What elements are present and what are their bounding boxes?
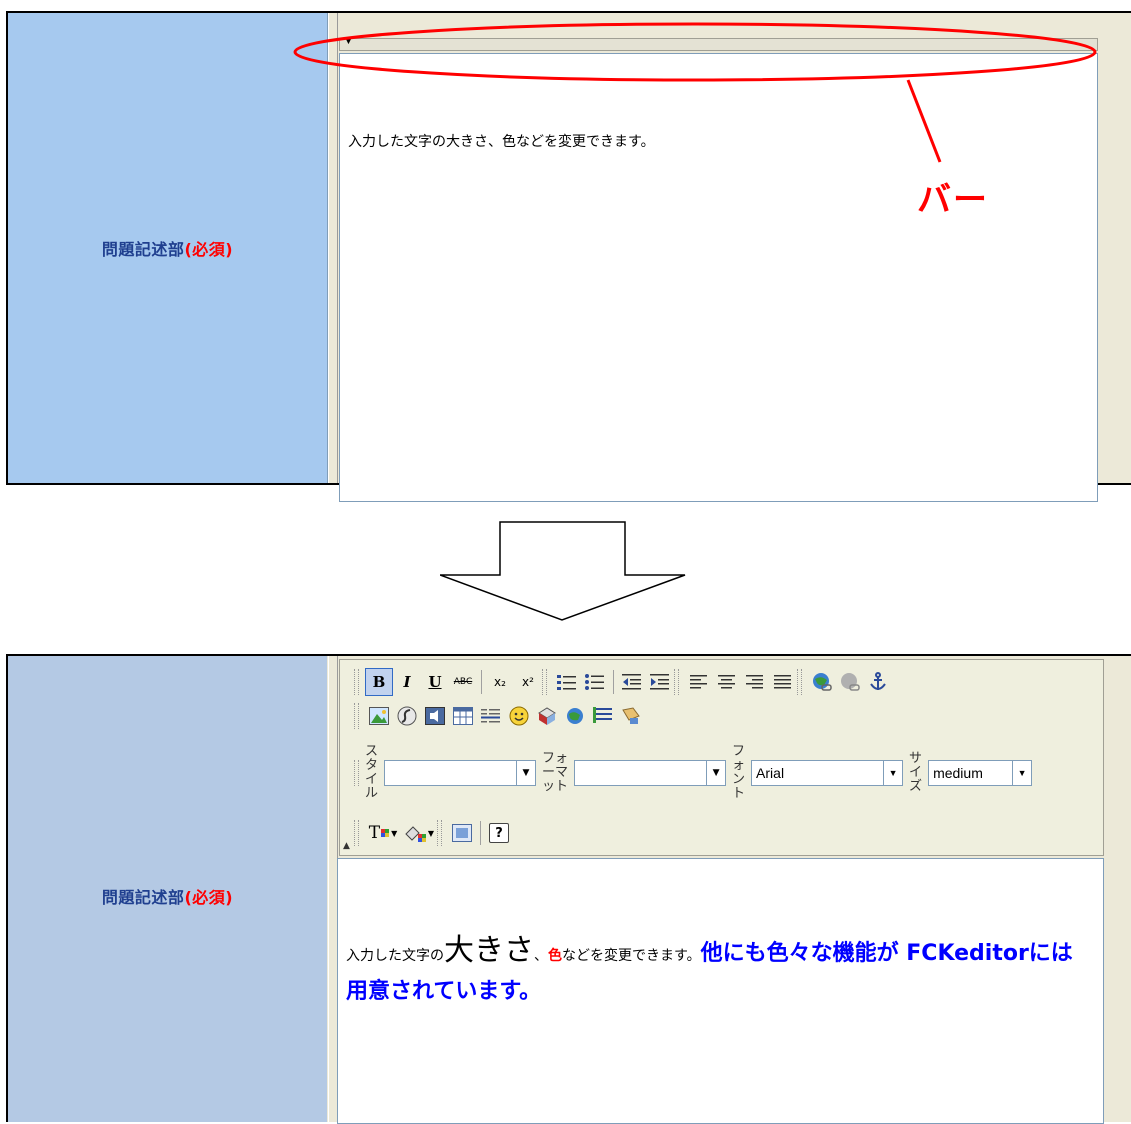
- toolbar-grip[interactable]: [354, 820, 359, 846]
- toolbar-grip: [542, 669, 547, 695]
- size-label: サ イ ズ: [909, 751, 923, 794]
- toolbar-divider: [480, 821, 481, 845]
- editor-area[interactable]: 入力した文字の大きさ、色などを変更できます。他にも色々な機能が FCKedito…: [337, 858, 1104, 1124]
- field-label-cell: 問題記述部(必須): [8, 13, 328, 483]
- text-red: 色: [548, 948, 562, 964]
- field-label: 問題記述部(必須): [101, 888, 234, 907]
- strikethrough-icon[interactable]: ABC: [449, 668, 477, 696]
- required-marker: (必須): [184, 888, 234, 907]
- chevron-down-icon[interactable]: ▼: [1012, 761, 1032, 785]
- outdent-icon[interactable]: [618, 668, 646, 696]
- text-color-icon[interactable]: T ▼: [365, 819, 401, 847]
- toolbar-grip[interactable]: [354, 703, 359, 729]
- size-select[interactable]: medium ▼: [928, 760, 1033, 786]
- field-label: 問題記述部(必須): [101, 240, 234, 259]
- top-editor-panel: 問題記述部(必須) ▼ 入力した文字の大きさ、色などを変更できます。: [6, 11, 1131, 502]
- style-select[interactable]: ▼: [384, 760, 537, 786]
- align-right-icon[interactable]: [741, 668, 769, 696]
- editor-area[interactable]: 入力した文字の大きさ、色などを変更できます。: [339, 53, 1098, 502]
- ordered-list-icon[interactable]: [553, 668, 581, 696]
- format-label: フォ ーマ ット: [542, 751, 569, 794]
- toolbar-grip[interactable]: [354, 669, 359, 695]
- italic-icon[interactable]: I: [393, 668, 421, 696]
- text-comma: 、: [534, 948, 548, 964]
- align-center-icon[interactable]: [713, 668, 741, 696]
- toolbar-grip[interactable]: [354, 760, 359, 786]
- underline-icon[interactable]: U: [421, 668, 449, 696]
- toolbar-divider: [481, 670, 482, 694]
- editor-content: 入力した文字の大きさ、色などを変更できます。他にも色々な機能が FCKedito…: [346, 933, 1086, 1011]
- collapse-toolbar-icon[interactable]: ▲: [343, 841, 350, 851]
- down-arrow-icon: [440, 521, 686, 621]
- text-normal: 入力した文字の: [346, 948, 444, 964]
- about-icon[interactable]: ?: [485, 819, 513, 847]
- style-label: ス タ イ ル: [365, 744, 379, 801]
- editor-toolbar: B I U ABC x₂ x² ス タ イ ル ▼ フォ ーマ ット ▼ フ ォ…: [339, 659, 1104, 856]
- toolbar-row-1: B I U ABC x₂ x²: [354, 665, 892, 699]
- cell-separator: [328, 13, 338, 483]
- media-icon[interactable]: [421, 702, 449, 730]
- chevron-down-icon[interactable]: ▼: [706, 761, 726, 785]
- toolbar-row-3: ス タ イ ル ▼ フォ ーマ ット ▼ フ ォ ン ト Arial ▼ サ イ…: [354, 735, 1033, 811]
- flash-icon[interactable]: [393, 702, 421, 730]
- form-icon[interactable]: [589, 702, 617, 730]
- image-icon[interactable]: [365, 702, 393, 730]
- show-blocks-icon[interactable]: [448, 819, 476, 847]
- font-select[interactable]: Arial ▼: [751, 760, 904, 786]
- toolbar-row-2: [354, 699, 645, 733]
- toolbar-grip: [437, 820, 442, 846]
- toolbar-divider: [613, 670, 614, 694]
- anchor-icon[interactable]: [864, 668, 892, 696]
- toolbar-row-4: T ▼ ▼ ?: [354, 816, 513, 850]
- expand-toolbar-icon[interactable]: ▼: [345, 36, 352, 46]
- link-icon[interactable]: [808, 668, 836, 696]
- toolbar-grip: [674, 669, 679, 695]
- chevron-down-icon[interactable]: ▼: [516, 761, 536, 785]
- templates-icon[interactable]: [617, 702, 645, 730]
- justify-icon[interactable]: [769, 668, 797, 696]
- text-large: 大きさ: [444, 933, 534, 968]
- bg-color-icon[interactable]: ▼: [401, 819, 437, 847]
- bold-icon[interactable]: B: [365, 668, 393, 696]
- field-label-cell: 問題記述部(必須): [8, 656, 327, 1122]
- superscript-icon[interactable]: x²: [514, 668, 542, 696]
- align-left-icon[interactable]: [685, 668, 713, 696]
- text-normal-2: などを変更できます。: [562, 948, 701, 964]
- smiley-icon[interactable]: [505, 702, 533, 730]
- bottom-editor-panel: 問題記述部(必須) B I U ABC x₂ x² ス タ イ ル ▼ フォ ー…: [6, 654, 1131, 1124]
- table-icon[interactable]: [449, 702, 477, 730]
- callout-label: バー: [917, 180, 989, 220]
- toolbar-grip: [797, 669, 802, 695]
- unordered-list-icon[interactable]: [581, 668, 609, 696]
- format-select[interactable]: ▼: [574, 760, 727, 786]
- special-char-icon[interactable]: [533, 702, 561, 730]
- unlink-icon[interactable]: [836, 668, 864, 696]
- font-label: フ ォ ン ト: [732, 744, 746, 801]
- indent-icon[interactable]: [646, 668, 674, 696]
- editor-content: 入力した文字の大きさ、色などを変更できます。: [348, 134, 655, 150]
- page-break-icon[interactable]: [561, 702, 589, 730]
- required-marker: (必須): [184, 240, 234, 259]
- collapsed-toolbar-bar[interactable]: ▼: [339, 36, 1098, 51]
- chevron-down-icon[interactable]: ▼: [883, 761, 903, 785]
- horizontal-rule-icon[interactable]: [477, 702, 505, 730]
- right-margin: [1102, 13, 1131, 483]
- subscript-icon[interactable]: x₂: [486, 668, 514, 696]
